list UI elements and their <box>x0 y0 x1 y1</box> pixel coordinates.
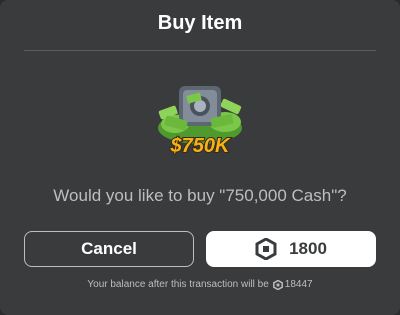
purchase-dialog: Buy Item $750K Would you like to buy "75… <box>0 0 400 315</box>
price-badge-text: $750K <box>170 135 231 157</box>
dialog-title: Buy Item <box>157 12 243 34</box>
purchase-question: Would you like to buy "750,000 Cash"? <box>53 186 347 205</box>
robux-icon <box>272 279 283 290</box>
balance-text: Your balance after this transaction will… <box>87 279 269 290</box>
balance-after-value: 18447 <box>284 279 313 290</box>
balance-footer: Your balance after this transaction will… <box>0 279 400 290</box>
money-vault-image: $750K <box>158 86 242 158</box>
price-label: 1800 <box>289 239 327 258</box>
buy-button[interactable]: 1800 <box>206 231 376 267</box>
cancel-label: Cancel <box>81 239 137 258</box>
cancel-button[interactable]: Cancel <box>24 231 194 267</box>
divider <box>24 50 376 51</box>
robux-icon <box>255 238 277 260</box>
